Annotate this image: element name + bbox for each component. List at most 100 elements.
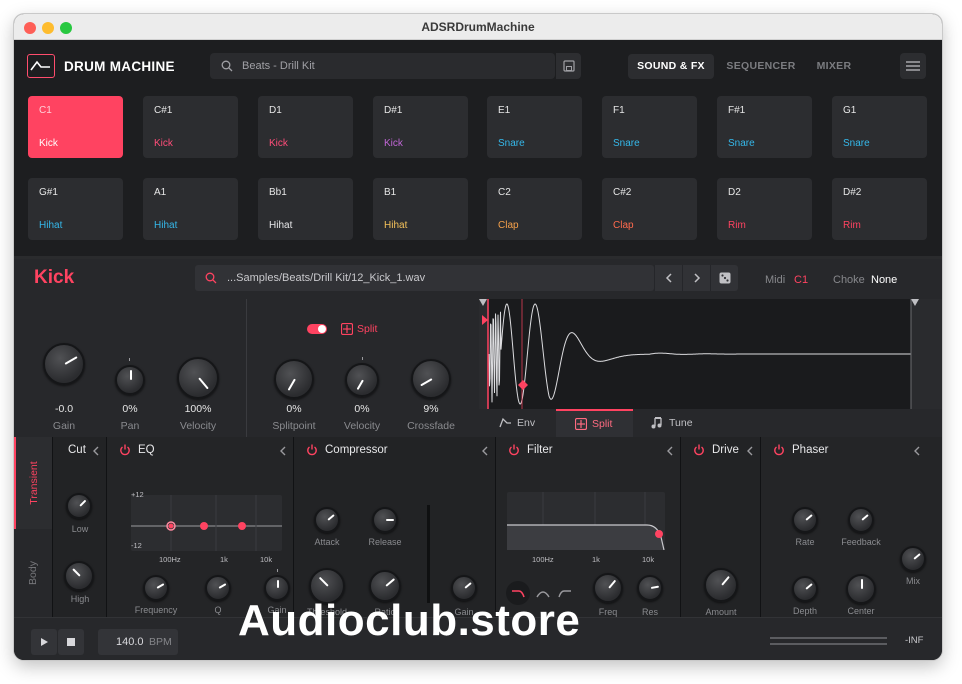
filter-title: Filter	[527, 444, 553, 456]
logo-icon	[27, 54, 55, 78]
chevron-left-icon[interactable]	[914, 446, 920, 456]
tab-sequencer[interactable]: SEQUENCER	[720, 54, 802, 79]
power-icon[interactable]	[508, 444, 520, 456]
release-knob[interactable]	[372, 507, 398, 533]
pad-sound-name: Rim	[843, 220, 861, 231]
drum-pad[interactable]: D#1 Kick	[373, 96, 468, 158]
phaser-depth-knob[interactable]	[792, 576, 818, 602]
pad-sound-name: Snare	[613, 138, 640, 149]
stop-button[interactable]	[58, 629, 84, 655]
cut-high-knob[interactable]	[64, 561, 94, 591]
filter-freq-knob[interactable]	[593, 573, 623, 603]
power-icon[interactable]	[306, 444, 318, 456]
play-button[interactable]	[31, 629, 57, 655]
drum-pad[interactable]: F#1 Snare	[717, 96, 812, 158]
chevron-right-icon	[693, 273, 701, 283]
pad-note: C#2	[613, 187, 631, 198]
drum-pad[interactable]: C2 Clap	[487, 178, 582, 240]
drum-pad[interactable]: G#1 Hihat	[28, 178, 123, 240]
eq-db-bottom: -12	[131, 541, 142, 550]
drum-pad[interactable]: E1 Snare	[487, 96, 582, 158]
power-icon[interactable]	[693, 444, 705, 456]
menu-button[interactable]	[900, 53, 926, 79]
drum-pad[interactable]: D#2 Rim	[832, 178, 927, 240]
cut-title: Cut	[68, 444, 86, 456]
split-label[interactable]: Split	[357, 323, 377, 335]
pan-label: Pan	[100, 420, 160, 432]
drum-pad[interactable]: D1 Kick	[258, 96, 353, 158]
sound-controls: -0.0 Gain 0% Pan 100% Velocity Split 0% …	[14, 299, 942, 437]
chevron-left-icon[interactable]	[667, 446, 673, 456]
filter-freq-label: 100Hz	[532, 555, 554, 564]
previous-sample-button[interactable]	[654, 265, 682, 291]
drum-pad[interactable]: B1 Hihat	[373, 178, 468, 240]
splitpoint-value: 0%	[264, 403, 324, 415]
random-sample-button[interactable]	[710, 265, 738, 291]
window-title: ADSRDrumMachine	[14, 20, 942, 34]
filter-graph[interactable]	[507, 492, 665, 550]
drum-pad[interactable]: C#1 Kick	[143, 96, 238, 158]
drum-pad[interactable]: G1 Snare	[832, 96, 927, 158]
preset-search[interactable]: Beats - Drill Kit	[210, 53, 555, 79]
phaser-mix-knob[interactable]	[900, 546, 926, 572]
tab-sound-fx[interactable]: SOUND & FX	[628, 54, 714, 79]
drum-pad[interactable]: F1 Snare	[602, 96, 697, 158]
eq-frequency-knob[interactable]	[143, 575, 169, 601]
midi-value[interactable]: C1	[794, 274, 808, 286]
split-velocity-knob[interactable]	[345, 363, 379, 397]
next-sample-button[interactable]	[682, 265, 710, 291]
gain-reduction-meter	[427, 505, 430, 603]
filter-res-knob[interactable]	[637, 575, 663, 601]
eq-freq-label: 100Hz	[159, 555, 181, 564]
tab-transient[interactable]: Transient	[14, 437, 52, 529]
filter-res-label: Res	[625, 607, 675, 617]
drum-pad[interactable]: A1 Hihat	[143, 178, 238, 240]
bpm-unit: BPM	[149, 636, 172, 648]
chevron-left-icon[interactable]	[482, 446, 488, 456]
split-toggle[interactable]	[307, 324, 327, 334]
velocity-knob[interactable]	[177, 357, 219, 399]
choke-value[interactable]: None	[871, 274, 897, 286]
eq-graph[interactable]	[131, 495, 282, 551]
sample-path-field[interactable]: ...Samples/Beats/Drill Kit/12_Kick_1.wav	[195, 265, 654, 291]
eq-panel: EQ +12 -12 100Hz 1k 10k Frequency Q Gain	[106, 437, 293, 617]
power-icon[interactable]	[773, 444, 785, 456]
eq-q-knob[interactable]	[205, 575, 231, 601]
drive-amount-knob[interactable]	[704, 568, 738, 602]
chevron-left-icon	[665, 273, 673, 283]
tab-body[interactable]: Body	[14, 529, 52, 617]
pad-note: D#1	[384, 105, 402, 116]
drum-pad[interactable]: Bb1 Hihat	[258, 178, 353, 240]
save-preset-button[interactable]	[555, 53, 581, 79]
phaser-feedback-knob[interactable]	[848, 507, 874, 533]
chevron-left-icon[interactable]	[747, 446, 753, 456]
preset-search-value: Beats - Drill Kit	[242, 60, 315, 72]
search-icon	[221, 60, 233, 72]
music-note-icon	[651, 417, 663, 429]
tab-tune[interactable]: Tune	[651, 409, 721, 437]
chevron-left-icon[interactable]	[93, 446, 99, 456]
power-icon[interactable]	[119, 444, 131, 456]
cut-low-label: Low	[60, 524, 100, 534]
sample-bar: Kick ...Samples/Beats/Drill Kit/12_Kick_…	[14, 259, 942, 299]
watermark-text: Audioclub.store	[238, 596, 580, 646]
phaser-center-knob[interactable]	[846, 574, 876, 604]
drum-pad[interactable]: D2 Rim	[717, 178, 812, 240]
drum-pad[interactable]: C#2 Clap	[602, 178, 697, 240]
pad-note: D#2	[843, 187, 861, 198]
waveform-display[interactable]	[479, 299, 942, 409]
crossfade-knob[interactable]	[411, 359, 451, 399]
eq-db-top: +12	[131, 490, 144, 499]
cut-low-knob[interactable]	[66, 493, 92, 519]
splitpoint-knob[interactable]	[274, 359, 314, 399]
tab-mixer[interactable]: MIXER	[809, 54, 859, 79]
gain-knob[interactable]	[43, 343, 85, 385]
pan-knob[interactable]	[115, 365, 145, 395]
chevron-left-icon[interactable]	[280, 446, 286, 456]
bpm-field[interactable]: 140.0 BPM	[98, 629, 178, 655]
drum-pad[interactable]: C1 Kick	[28, 96, 123, 158]
phaser-rate-knob[interactable]	[792, 507, 818, 533]
attack-knob[interactable]	[314, 507, 340, 533]
bpm-value: 140.0	[116, 636, 144, 648]
tab-split[interactable]: Split	[556, 409, 633, 437]
